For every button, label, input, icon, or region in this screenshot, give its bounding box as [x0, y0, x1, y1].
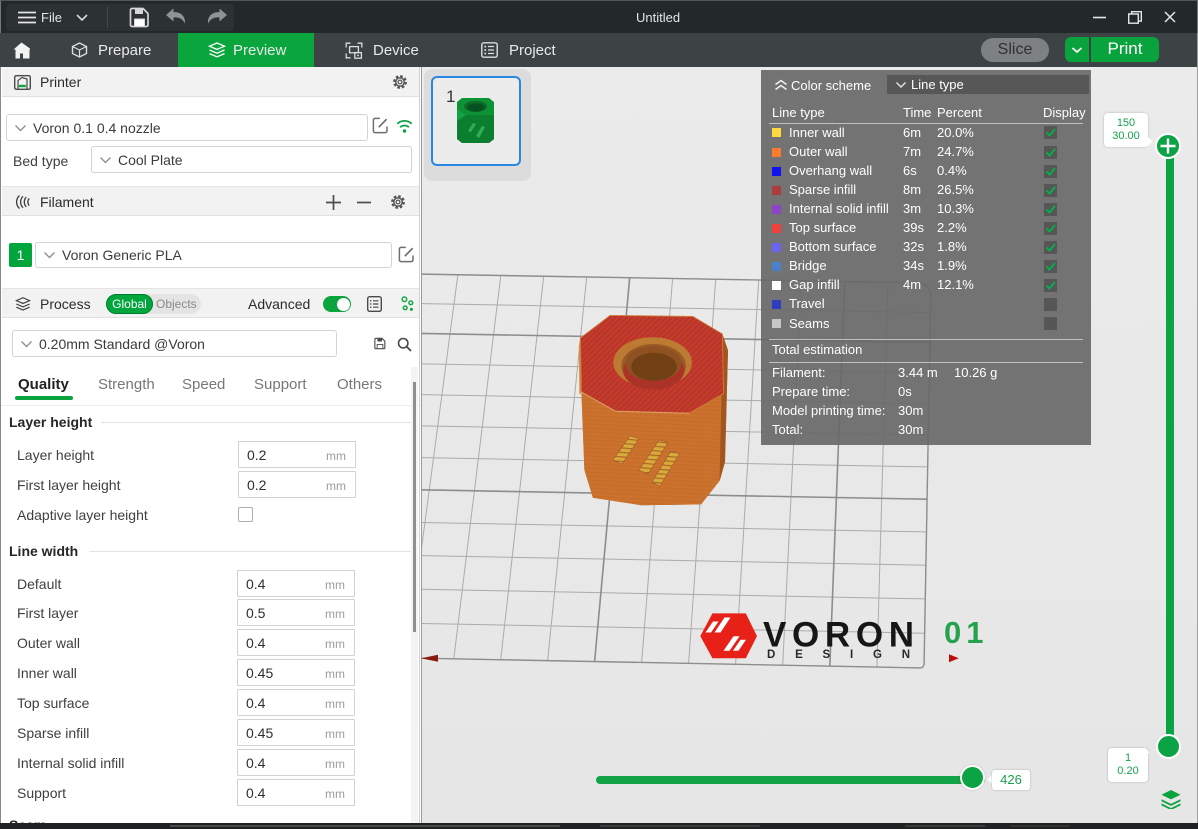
svg-text:01: 01: [944, 615, 988, 650]
